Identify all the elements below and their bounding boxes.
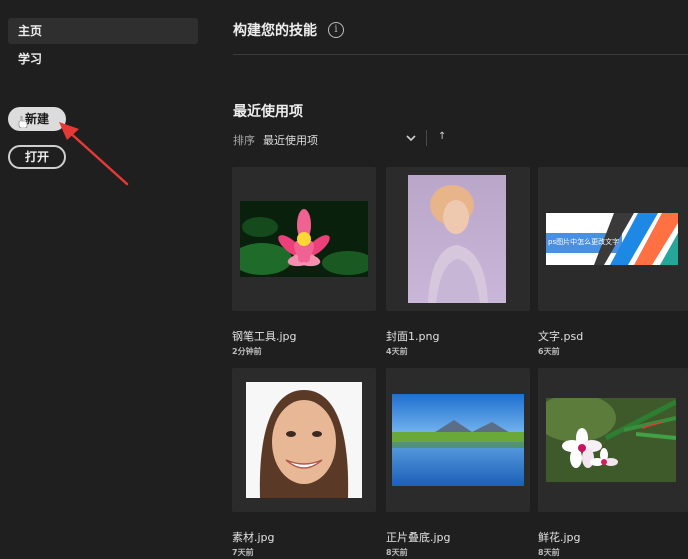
sort-dropdown[interactable]: 最近使用项 <box>263 132 318 148</box>
thumbnail-text-banner: ps图片中怎么更改文字 <box>546 213 678 265</box>
main-content: 构建您的技能 i 最近使用项 排序 最近使用项 ↑ 钢笔工具.jpg 2分钟前 … <box>210 0 688 559</box>
thumbnail-flowers <box>546 398 676 482</box>
info-icon[interactable]: i <box>328 22 344 38</box>
thumbnail-caption: ps图片中怎么更改文字 <box>548 238 620 246</box>
divider <box>233 54 688 55</box>
file-card-pen-tool[interactable] <box>232 167 376 311</box>
file-card-flowers[interactable] <box>538 368 688 512</box>
file-name[interactable]: 钢笔工具.jpg <box>232 328 297 344</box>
file-time: 8天前 <box>386 548 408 557</box>
file-name[interactable]: 文字.psd <box>538 328 583 344</box>
sort-separator <box>426 130 427 146</box>
thumbnail-portrait-painting <box>408 175 506 303</box>
sort-direction-button[interactable]: ↑ <box>438 131 446 142</box>
file-name[interactable]: 素材.jpg <box>232 529 275 545</box>
hand-cursor-icon <box>18 116 28 128</box>
sidebar: 主页 学习 新建 打开 <box>0 0 210 559</box>
file-card-cover[interactable] <box>386 167 530 311</box>
sort-label: 排序 <box>233 134 255 147</box>
recent-section-title: 最近使用项 <box>233 104 303 120</box>
page-title: 构建您的技能 <box>233 23 317 39</box>
file-time: 7天前 <box>232 548 254 557</box>
file-time: 6天前 <box>538 347 560 356</box>
thumbnail-lake-landscape <box>392 394 524 486</box>
annotation-arrow-icon <box>59 122 129 186</box>
file-card-multiply[interactable] <box>386 368 530 512</box>
photoshop-home-screen: 主页 学习 新建 打开 构建您的技能 i 最近使用项 排序 最近使用项 ↑ 钢笔… <box>0 0 688 559</box>
file-name[interactable]: 鲜花.jpg <box>538 529 581 545</box>
file-name[interactable]: 正片叠底.jpg <box>386 529 451 545</box>
thumbnail-face-photo <box>246 382 362 498</box>
file-time: 8天前 <box>538 548 560 557</box>
thumbnail-lotus <box>240 201 368 277</box>
file-time: 2分钟前 <box>232 347 262 356</box>
file-card-text[interactable]: ps图片中怎么更改文字 <box>538 167 688 311</box>
sidebar-item-learn[interactable]: 学习 <box>8 46 198 72</box>
sidebar-item-home[interactable]: 主页 <box>8 18 198 44</box>
file-time: 4天前 <box>386 347 408 356</box>
file-name[interactable]: 封面1.png <box>386 328 439 344</box>
chevron-down-icon[interactable] <box>405 133 417 143</box>
file-card-material[interactable] <box>232 368 376 512</box>
